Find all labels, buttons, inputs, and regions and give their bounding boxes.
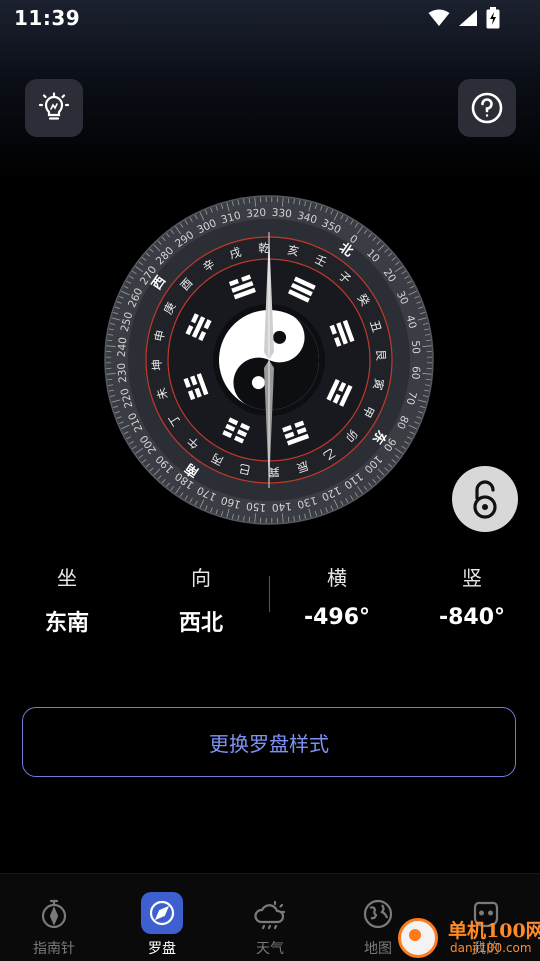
battery-icon [486,7,500,29]
degree-label: 230 [116,362,130,383]
mountain-label: 艮 [374,349,389,362]
status-icons [428,7,500,29]
degree-label: 330 [271,207,292,221]
degree-label: 150 [246,500,267,514]
nav-label-luopan: 罗盘 [108,938,216,958]
degree-label: 50 [409,340,422,354]
nav-tab-compass[interactable]: 指南针 [0,874,108,961]
degree-label: 60 [409,366,422,380]
weather-icon [250,894,290,934]
horizontal-label: 横 [277,562,397,591]
sit-label: 坐 [7,562,127,591]
face-label: 向 [141,562,261,591]
status-time: 11:39 [14,6,80,30]
luopan-compass: 0102030405060708090100110120130140150160… [104,195,434,525]
horizontal-value: -496° [277,605,397,630]
watermark-logo-dot [409,929,421,941]
unlock-icon [467,478,503,520]
mountain-label: 坤 [150,359,164,371]
face-readout: 向 西北 [141,562,261,637]
nav-tab-luopan[interactable]: 罗盘 [108,874,216,961]
watermark-url: danji100.com [450,941,532,955]
compass-icon [141,892,183,934]
horizontal-readout: 横 -496° [277,562,397,630]
lightbulb-button[interactable] [25,79,83,137]
change-compass-style-button[interactable]: 更换罗盘样式 [22,707,516,777]
face-value: 西北 [141,605,261,637]
sit-readout: 坐 东南 [7,562,127,637]
site-watermark: 单机100网 danji100.com [390,914,540,960]
degree-label: 320 [246,207,267,221]
watermark-title: 单机100网 [448,916,540,943]
signal-icon [458,9,478,27]
help-button[interactable] [458,79,516,137]
vertical-readout: 竖 -840° [412,562,532,630]
degree-label: 240 [116,337,130,358]
sit-value: 东南 [7,605,127,637]
nav-label-compass: 指南针 [0,938,108,958]
nav-tab-weather[interactable]: 天气 [216,874,324,961]
lightbulb-icon [38,92,70,124]
help-icon [470,91,504,125]
lock-toggle-button[interactable] [452,466,518,532]
readout-divider [269,576,270,612]
vertical-value: -840° [412,605,532,630]
status-bar: 11:39 [0,0,540,38]
wifi-icon [428,9,450,27]
stopwatch-compass-icon [34,894,74,934]
degree-label: 140 [271,500,292,514]
vertical-label: 竖 [412,562,532,591]
nav-label-weather: 天气 [216,938,324,958]
